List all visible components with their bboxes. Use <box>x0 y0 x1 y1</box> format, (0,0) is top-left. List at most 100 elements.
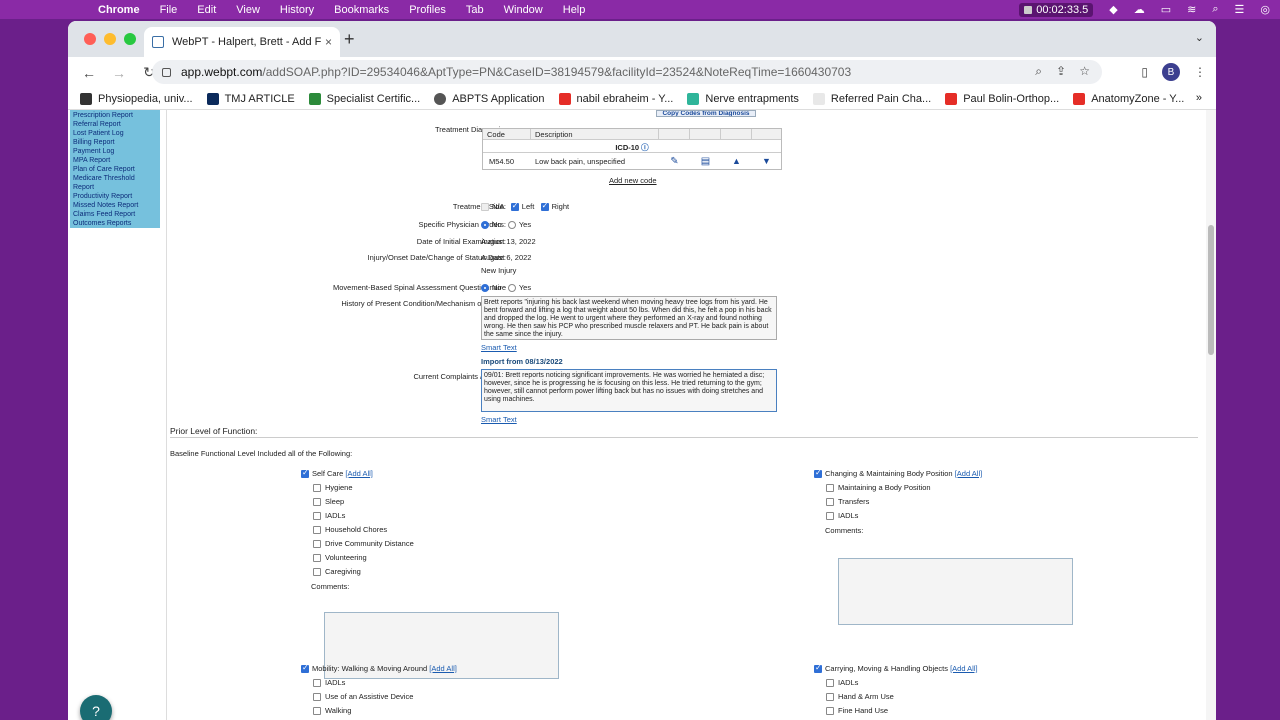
sidebar-link[interactable]: Referral Report <box>73 120 157 129</box>
delete-icon[interactable]: ▤ <box>690 156 721 167</box>
menu-profiles[interactable]: Profiles <box>409 4 446 16</box>
dropbox-icon[interactable]: ◆ <box>1109 3 1117 16</box>
complaints-textarea[interactable]: 09/01: Brett reports noticing significan… <box>481 369 777 412</box>
add-new-code-link[interactable]: Add new code <box>609 176 657 185</box>
menu-tab[interactable]: Tab <box>466 4 484 16</box>
history-textarea[interactable]: Brett reports "injuring his back last we… <box>481 296 777 340</box>
forward-button[interactable]: → <box>110 65 128 81</box>
chat-help-button[interactable]: ? <box>80 695 112 720</box>
transfers-checkbox[interactable] <box>826 498 834 507</box>
caregiving-checkbox[interactable] <box>313 568 321 577</box>
move-down-icon[interactable]: ▼ <box>752 156 781 166</box>
self-care-add-all-link[interactable]: [Add All] <box>345 469 373 478</box>
bookmark-tmj-article[interactable]: TMJ ARTICLE <box>206 92 295 105</box>
scrollbar-thumb[interactable] <box>1208 225 1214 355</box>
menu-app-chrome[interactable]: Chrome <box>98 4 140 16</box>
control-center-icon[interactable]: ☰ <box>1235 3 1245 16</box>
iadls-checkbox[interactable] <box>313 679 321 688</box>
carrying-checkbox[interactable] <box>814 663 822 674</box>
share-icon[interactable]: ⇪ <box>1056 64 1066 78</box>
menu-edit[interactable]: Edit <box>197 4 216 16</box>
spinal-yes-radio[interactable] <box>507 284 516 293</box>
complaints-smart-text-link[interactable]: Smart Text <box>481 415 517 424</box>
bookmark-physiopedia[interactable]: Physiopedia, univ... <box>80 92 193 105</box>
sidebar-link[interactable]: Lost Patient Log <box>73 129 157 138</box>
close-window-button[interactable] <box>84 33 96 45</box>
hand-arm-use-checkbox[interactable] <box>826 693 834 702</box>
page-scrollbar[interactable] <box>1206 110 1216 720</box>
side-panel-icon[interactable]: ▯ <box>1141 65 1148 79</box>
sidebar-link[interactable]: Outcomes Reports <box>73 219 157 228</box>
menu-file[interactable]: File <box>160 4 178 16</box>
bookmark-paul-bolin[interactable]: Paul Bolin-Orthop... <box>945 92 1059 105</box>
address-bar[interactable]: app.webpt.com /addSOAP.php?ID=29534046&A… <box>152 60 1102 84</box>
maximize-window-button[interactable] <box>124 33 136 45</box>
body-position-comments-textarea[interactable] <box>838 558 1073 625</box>
chrome-menu-icon[interactable]: ⋮ <box>1194 65 1206 79</box>
battery-icon[interactable]: ▭ <box>1161 3 1171 16</box>
menu-window[interactable]: Window <box>504 4 543 16</box>
left-checkbox[interactable] <box>510 201 519 212</box>
right-checkbox[interactable] <box>540 201 549 212</box>
wifi-icon[interactable]: ≋ <box>1187 3 1196 16</box>
iadls-checkbox[interactable] <box>826 679 834 688</box>
menu-help[interactable]: Help <box>563 4 586 16</box>
help-icon[interactable]: ⓘ <box>641 143 649 152</box>
tab-search-button[interactable]: ⌄ <box>1195 31 1204 44</box>
bookmark-nerve-entrapments[interactable]: Nerve entrapments <box>687 92 799 105</box>
bookmark-anatomyzone[interactable]: AnatomyZone - Y... <box>1073 92 1184 105</box>
tab-webpt[interactable]: WebPT - Halpert, Brett - Add F × <box>144 27 340 57</box>
siri-icon[interactable]: ◎ <box>1260 3 1270 16</box>
household-chores-checkbox[interactable] <box>313 526 321 535</box>
menu-bookmarks[interactable]: Bookmarks <box>334 4 389 16</box>
iadls-checkbox[interactable] <box>826 512 834 521</box>
sidebar-link[interactable]: Payment Log <box>73 147 157 156</box>
assistive-device-checkbox[interactable] <box>313 693 321 702</box>
drive-community-checkbox[interactable] <box>313 540 321 549</box>
bookmark-referred-pain[interactable]: Referred Pain Cha... <box>812 92 931 105</box>
orders-no-radio[interactable] <box>481 221 489 230</box>
sidebar-link[interactable]: Missed Notes Report <box>73 201 157 210</box>
walking-checkbox[interactable] <box>313 707 321 716</box>
carrying-add-all-link[interactable]: [Add All] <box>950 664 978 673</box>
sidebar-link[interactable]: Claims Feed Report <box>73 210 157 219</box>
sidebar-link[interactable]: Billing Report <box>73 138 157 147</box>
na-checkbox[interactable] <box>481 203 489 212</box>
sidebar-link[interactable]: MPA Report <box>73 156 157 165</box>
import-heading[interactable]: Import from 08/13/2022 <box>481 357 563 366</box>
mobility-checkbox[interactable] <box>301 663 309 674</box>
body-position-add-all-link[interactable]: [Add All] <box>955 469 983 478</box>
profile-avatar[interactable]: B <box>1162 63 1180 81</box>
back-button[interactable]: ← <box>80 65 98 81</box>
body-position-checkbox[interactable] <box>814 468 822 479</box>
menu-history[interactable]: History <box>280 4 314 16</box>
history-smart-text-link[interactable]: Smart Text <box>481 343 517 352</box>
iadls-checkbox[interactable] <box>313 512 321 521</box>
sidebar-link[interactable]: Report <box>73 183 157 192</box>
sidebar-link[interactable]: Medicare Threshold <box>73 174 157 183</box>
menu-view[interactable]: View <box>236 4 260 16</box>
edit-icon[interactable]: ✎ <box>659 156 690 167</box>
site-info-icon[interactable] <box>162 67 171 77</box>
bookmark-specialist-certification[interactable]: Specialist Certific... <box>308 92 420 105</box>
fine-hand-use-checkbox[interactable] <box>826 707 834 716</box>
zoom-search-icon[interactable]: ⌕ <box>1035 64 1042 79</box>
bookmark-abpts[interactable]: ABPTS Application <box>434 92 545 105</box>
maintaining-position-checkbox[interactable] <box>826 484 834 493</box>
sidebar-link[interactable]: Plan of Care Report <box>73 165 157 174</box>
sidebar-link[interactable]: Productivity Report <box>73 192 157 201</box>
bookmarks-overflow-button[interactable]: » <box>1196 92 1202 104</box>
recording-indicator[interactable]: 00:02:33.5 <box>1019 2 1094 17</box>
volunteering-checkbox[interactable] <box>313 554 321 563</box>
cloud-icon[interactable]: ☁ <box>1134 3 1145 16</box>
minimize-window-button[interactable] <box>104 33 116 45</box>
bookmark-star-icon[interactable]: ☆ <box>1079 64 1090 78</box>
self-care-checkbox[interactable] <box>301 468 309 479</box>
sleep-checkbox[interactable] <box>313 498 321 507</box>
copy-codes-button[interactable]: Copy Codes from Diagnosis <box>656 110 756 117</box>
spinal-no-radio[interactable] <box>481 284 489 293</box>
bookmark-nabil-ebraheim[interactable]: nabil ebraheim - Y... <box>558 92 673 105</box>
move-up-icon[interactable]: ▲ <box>721 156 752 166</box>
sidebar-link[interactable]: Prescription Report <box>73 111 157 120</box>
spotlight-search-icon[interactable]: ⌕ <box>1212 3 1218 16</box>
